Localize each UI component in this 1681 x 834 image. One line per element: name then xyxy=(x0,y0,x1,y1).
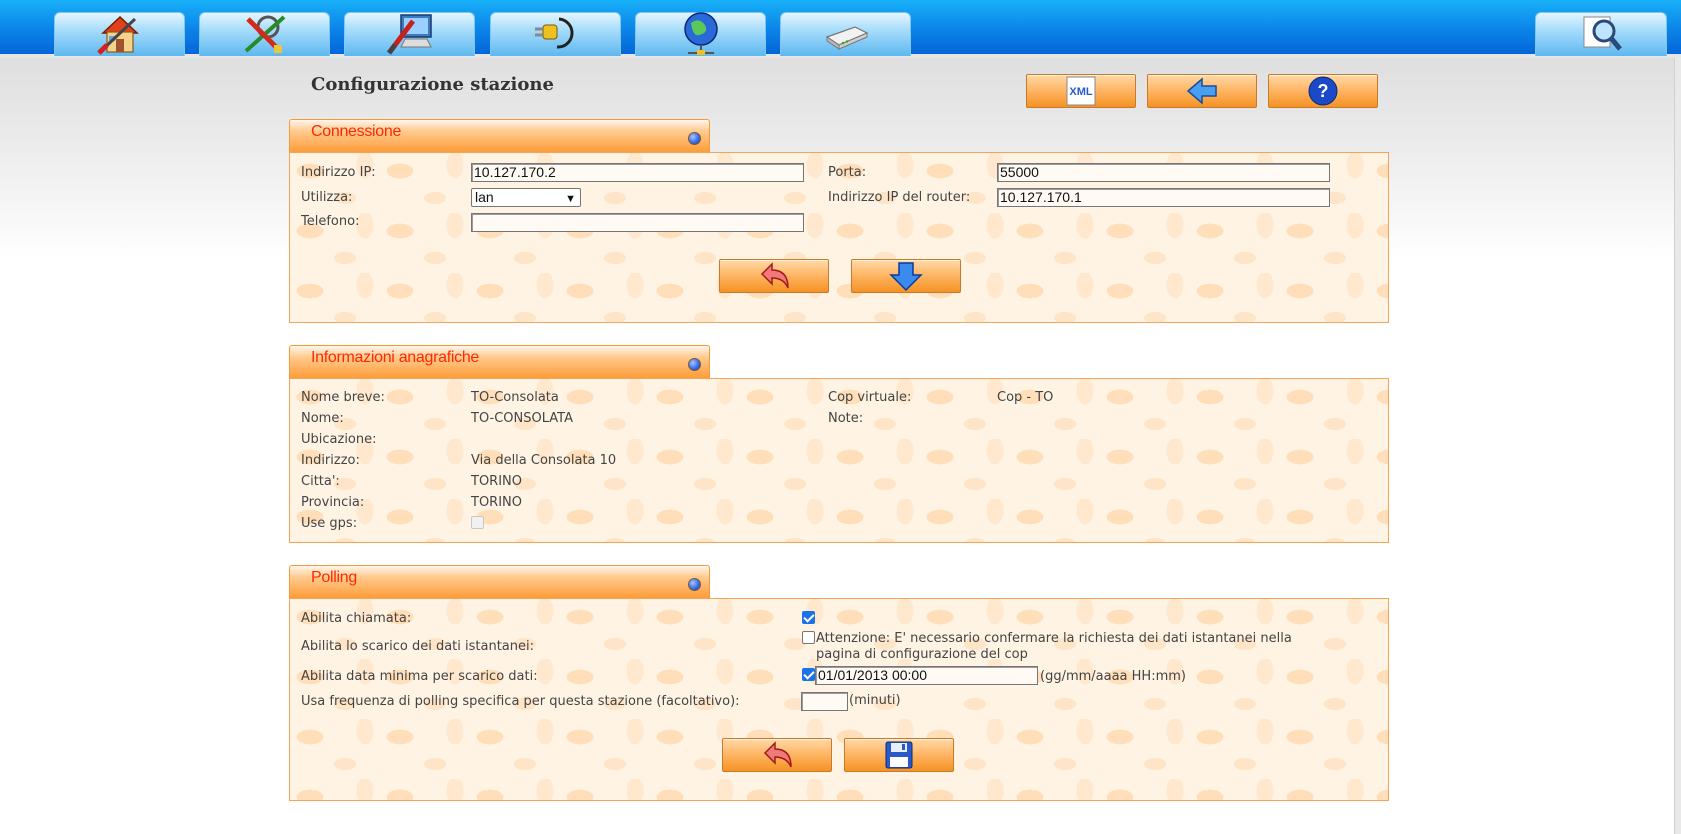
frequenza-field[interactable] xyxy=(801,692,848,711)
use-gps-label: Use gps: xyxy=(301,516,358,531)
section-header-anagrafica[interactable]: Informazioni anagrafiche xyxy=(289,345,710,379)
arrow-down-icon xyxy=(889,262,923,292)
nome-value: TO-CONSOLATA xyxy=(471,411,573,426)
ip-label: Indirizzo IP: xyxy=(301,165,376,180)
indirizzo-label: Indirizzo: xyxy=(301,453,360,468)
modem-icon xyxy=(825,25,868,50)
network-globe-icon xyxy=(683,11,718,55)
data-minima-field[interactable]: 01/01/2013 00:00 xyxy=(815,666,1038,685)
utilizza-select[interactable]: lan ▼ xyxy=(471,188,581,207)
attenzione-note-line2: pagina di configurazione del cop xyxy=(816,647,1028,662)
utilizza-label: Utilizza: xyxy=(301,190,353,205)
svg-text:XML: XML xyxy=(1069,86,1093,98)
section-body-polling: Abilita chiamata: Abilita lo scarico dei… xyxy=(289,598,1389,801)
home-icon xyxy=(96,15,139,55)
nav-tab-search[interactable] xyxy=(1535,12,1667,56)
xml-icon: XML xyxy=(1066,76,1096,106)
help-icon: ? xyxy=(1308,76,1338,106)
router-ip-label: Indirizzo IP del router: xyxy=(828,190,971,205)
nome-label: Nome: xyxy=(301,411,344,426)
note-label: Note: xyxy=(828,411,864,426)
provincia-label: Provincia: xyxy=(301,495,365,510)
ubicazione-label: Ubicazione: xyxy=(301,432,377,447)
nav-tab-connections[interactable] xyxy=(490,12,621,56)
nav-tab-station-config[interactable] xyxy=(344,12,475,56)
porta-label: Porta: xyxy=(828,165,867,180)
use-gps-checkbox xyxy=(471,516,484,529)
page-scrollbar[interactable] xyxy=(1674,58,1681,834)
back-button[interactable] xyxy=(1147,74,1257,108)
floppy-disk-icon xyxy=(885,741,913,769)
chevron-down-icon: ▼ xyxy=(565,193,576,205)
download-button[interactable] xyxy=(851,259,961,293)
section-body-connessione: Indirizzo IP: 10.127.170.2 Porta: 55000 … xyxy=(289,152,1389,323)
telefono-field[interactable] xyxy=(471,213,804,232)
section-body-anagrafica: Nome breve: TO-Consolata Nome: TO-CONSOL… xyxy=(289,378,1389,543)
undo-button[interactable] xyxy=(719,259,829,293)
attenzione-note-line1: Attenzione: E' necessario confermare la … xyxy=(816,631,1292,646)
abilita-chiamata-label: Abilita chiamata: xyxy=(301,611,412,626)
page-title: Configurazione stazione xyxy=(311,74,554,95)
nav-tab-tools[interactable] xyxy=(199,12,330,56)
tools-icon xyxy=(244,15,285,53)
abilita-chiamata-checkbox[interactable] xyxy=(802,611,815,624)
arrow-left-icon xyxy=(1186,77,1217,105)
nav-tab-network[interactable] xyxy=(635,11,766,56)
undo-arrow-icon xyxy=(763,741,792,768)
nav-tab-home[interactable] xyxy=(54,12,185,56)
frequenza-label: Usa frequenza di polling specifica per q… xyxy=(301,694,740,709)
cop-virtuale-label: Cop virtuale: xyxy=(828,390,912,405)
router-ip-field[interactable]: 10.127.170.1 xyxy=(997,188,1330,207)
ip-address-field[interactable]: 10.127.170.2 xyxy=(471,163,804,182)
data-minima-checkbox[interactable] xyxy=(802,668,815,681)
nav-tab-modem[interactable] xyxy=(780,12,911,56)
nome-breve-value: TO-Consolata xyxy=(471,390,559,405)
help-button[interactable]: ? xyxy=(1268,74,1378,108)
indirizzo-value: Via della Consolata 10 xyxy=(471,453,617,468)
plug-icon xyxy=(534,17,574,49)
section-title: Informazioni anagrafiche xyxy=(311,349,480,366)
scarico-istantanei-checkbox[interactable] xyxy=(802,631,815,644)
data-minima-label: Abilita data minima per scarico dati: xyxy=(301,669,538,684)
frequenza-unit: (minuti) xyxy=(849,693,901,708)
data-minima-format-hint: (gg/mm/aaaa HH:mm) xyxy=(1040,669,1186,684)
porta-field[interactable]: 55000 xyxy=(997,163,1330,182)
section-title: Connessione xyxy=(311,123,402,140)
nome-breve-label: Nome breve: xyxy=(301,390,385,405)
computer-config-icon xyxy=(386,13,432,54)
section-header-polling[interactable]: Polling xyxy=(289,565,710,599)
top-navigation-bar xyxy=(0,0,1681,58)
citta-label: Citta': xyxy=(301,474,340,489)
utilizza-selected-value: lan xyxy=(475,189,494,205)
undo-arrow-icon xyxy=(760,262,789,289)
provincia-value: TORINO xyxy=(471,495,522,510)
svg-text:?: ? xyxy=(1318,81,1329,101)
magnifier-icon xyxy=(1583,16,1622,51)
citta-value: TORINO xyxy=(471,474,522,489)
section-title: Polling xyxy=(311,569,357,586)
section-header-connessione[interactable]: Connessione xyxy=(289,119,710,153)
cop-virtuale-value: Cop - TO xyxy=(997,390,1054,405)
undo-button[interactable] xyxy=(722,738,832,772)
collapse-toggle-icon[interactable] xyxy=(688,578,701,591)
collapse-toggle-icon[interactable] xyxy=(688,132,701,145)
xml-export-button[interactable]: XML xyxy=(1026,74,1136,108)
scarico-istantanei-label: Abilita lo scarico dei dati istantanei: xyxy=(301,639,534,654)
telefono-label: Telefono: xyxy=(301,214,360,229)
collapse-toggle-icon[interactable] xyxy=(688,358,701,371)
save-button[interactable] xyxy=(844,738,954,772)
